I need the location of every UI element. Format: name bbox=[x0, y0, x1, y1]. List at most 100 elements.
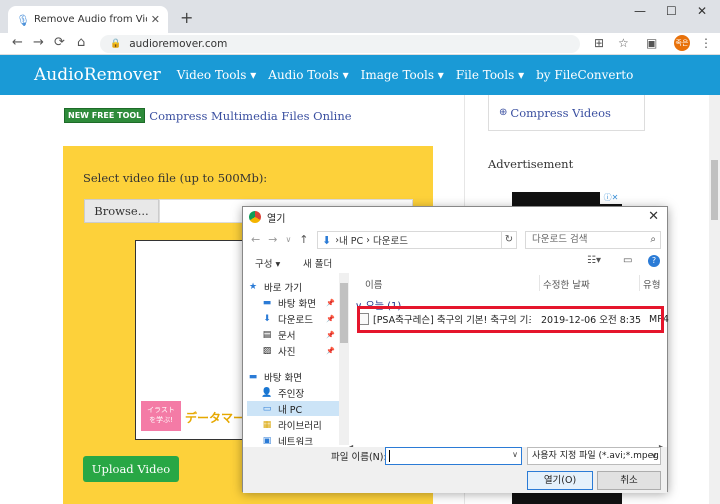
nav-quick-access[interactable]: ★ 바로 가기 bbox=[247, 279, 340, 294]
maximize-icon[interactable]: ☐ bbox=[666, 4, 677, 18]
page-scrollbar[interactable] bbox=[709, 95, 720, 504]
file-open-dialog: 열기 ✕ ← → ∨ ↑ ⬇ › 내 PC › 다운로드 ↻ 다운로드 검색 ⌕… bbox=[242, 206, 669, 493]
select-file-label: Select video file (up to 500Mb): bbox=[83, 171, 268, 185]
url-field[interactable]: 🔒 audioremover.com bbox=[100, 35, 580, 53]
home-icon[interactable]: ⌂ bbox=[77, 35, 85, 50]
nav-user[interactable]: 👤 주인장 bbox=[247, 385, 340, 400]
nav-documents[interactable]: ▤ 문서 📌 bbox=[247, 327, 340, 342]
nav-desktop-pinned[interactable]: ▬ 바탕 화면 📌 bbox=[247, 295, 340, 310]
breadcrumb[interactable]: ⬇ › 내 PC › 다운로드 bbox=[317, 231, 517, 249]
pin-icon: 📌 bbox=[326, 330, 335, 339]
dialog-title: 열기 bbox=[267, 213, 286, 225]
translate-icon[interactable]: ⊞ bbox=[594, 36, 604, 50]
file-list: 이름 수정한 날짜 유형 ∨ 오늘 (1) [PSA축구레슨] 축구의 기본! … bbox=[351, 273, 669, 445]
download-folder-icon: ⬇ bbox=[322, 233, 332, 247]
new-folder-button[interactable]: 새 폴더 bbox=[303, 256, 332, 270]
column-date[interactable]: 수정한 날짜 bbox=[543, 277, 590, 291]
chrome-icon bbox=[249, 211, 261, 223]
bookmark-star-icon[interactable]: ☆ bbox=[618, 36, 629, 50]
site-logo[interactable]: AudioRemover bbox=[34, 65, 161, 85]
picture-icon: ▨ bbox=[262, 345, 272, 356]
desktop-icon: ▬ bbox=[248, 371, 258, 382]
network-icon: ▣ bbox=[262, 435, 272, 446]
reload-icon[interactable]: ⟳ bbox=[54, 35, 65, 50]
library-icon: ▦ bbox=[262, 419, 272, 430]
close-window-icon[interactable]: ✕ bbox=[697, 4, 707, 18]
extension-icon[interactable]: ▣ bbox=[646, 36, 657, 50]
minimize-icon[interactable]: — bbox=[634, 4, 646, 18]
site-header: AudioRemover Video Tools ▾ Audio Tools ▾… bbox=[0, 55, 720, 95]
nav-desktop[interactable]: ▬ 바탕 화면 bbox=[247, 369, 340, 384]
nav-scrollbar-thumb[interactable] bbox=[340, 283, 348, 343]
download-icon: ⬇ bbox=[263, 313, 271, 324]
filename-input[interactable]: ∨ bbox=[385, 447, 522, 465]
recent-dropdown-icon[interactable]: ∨ bbox=[285, 235, 291, 244]
dialog-forward-icon[interactable]: → bbox=[268, 233, 277, 246]
advertisement-label: Advertisement bbox=[488, 157, 574, 171]
dialog-search-input[interactable]: 다운로드 검색 ⌕ bbox=[525, 231, 661, 249]
pin-icon: 📌 bbox=[326, 298, 335, 307]
file-type-select[interactable]: 사용자 지정 파일 (*.avi;*.mpeg ∨ bbox=[527, 447, 661, 465]
help-icon[interactable]: ? bbox=[648, 255, 660, 267]
menu-file-tools[interactable]: File Tools ▾ bbox=[456, 68, 524, 82]
cancel-button[interactable]: 취소 bbox=[597, 471, 661, 490]
nav-network[interactable]: ▣ 네트워크 bbox=[247, 433, 340, 446]
nav-this-pc[interactable]: ▭ 내 PC bbox=[247, 401, 340, 416]
new-tab-icon[interactable]: + bbox=[180, 8, 193, 27]
pin-icon: 📌 bbox=[326, 346, 335, 355]
upload-video-button[interactable]: Upload Video bbox=[83, 456, 179, 482]
menu-dots-icon[interactable]: ⋮ bbox=[700, 36, 712, 50]
dialog-titlebar: 열기 ✕ bbox=[243, 207, 667, 227]
menu-image-tools[interactable]: Image Tools ▾ bbox=[361, 68, 444, 82]
preview-pane-icon[interactable]: ▭ bbox=[623, 255, 632, 266]
browser-tab[interactable]: 🎙 Remove Audio from Video Onli ✕ bbox=[8, 6, 168, 33]
filename-dropdown-icon[interactable]: ∨ bbox=[512, 450, 518, 459]
refresh-icon[interactable]: ↻ bbox=[501, 231, 517, 249]
file-type-dropdown-icon: ∨ bbox=[651, 451, 657, 460]
dialog-close-icon[interactable]: ✕ bbox=[648, 209, 659, 224]
promo-line: NEW FREE TOOL Compress Multimedia Files … bbox=[64, 108, 352, 123]
ad-close-icon[interactable]: ⓘ✕ bbox=[600, 192, 622, 204]
organize-button[interactable]: 구성 ▾ bbox=[255, 256, 280, 270]
nav-scrollbar[interactable] bbox=[339, 273, 349, 445]
breadcrumb-pc[interactable]: 내 PC bbox=[339, 233, 363, 247]
up-folder-icon[interactable]: ↑ bbox=[299, 233, 308, 246]
highlight-box bbox=[357, 306, 664, 333]
dialog-back-icon[interactable]: ← bbox=[251, 233, 260, 246]
url-text: audioremover.com bbox=[129, 38, 228, 50]
nav-libraries[interactable]: ▦ 라이브러리 bbox=[247, 417, 340, 432]
ad-banner[interactable]: イラスト を学ぶ! データマー bbox=[139, 401, 246, 435]
compress-videos-box[interactable]: ⊕ Compress Videos bbox=[488, 95, 645, 131]
nav-pictures[interactable]: ▨ 사진 📌 bbox=[247, 343, 340, 358]
page-scrollbar-thumb[interactable] bbox=[711, 160, 718, 220]
ad-text: データマー bbox=[185, 411, 246, 425]
tab-bar: 🎙 Remove Audio from Video Onli ✕ + — ☐ ✕ bbox=[0, 0, 720, 33]
navigation-pane: ★ 바로 가기 ▬ 바탕 화면 📌 ⬇ 다운로드 📌 ▤ 문서 📌 ▨ 사진 📌 ▬ 바탕 화면 👤… bbox=[247, 273, 341, 445]
back-icon[interactable]: ← bbox=[12, 35, 23, 50]
menu-audio-tools[interactable]: Audio Tools ▾ bbox=[268, 68, 348, 82]
profile-avatar[interactable]: 족은 bbox=[674, 35, 690, 51]
nav-downloads[interactable]: ⬇ 다운로드 📌 bbox=[247, 311, 340, 326]
breadcrumb-downloads[interactable]: 다운로드 bbox=[373, 233, 408, 247]
new-tool-badge: NEW FREE TOOL bbox=[64, 108, 146, 123]
column-type[interactable]: 유형 bbox=[643, 277, 660, 291]
open-button[interactable]: 열기(O) bbox=[527, 471, 593, 490]
menu-fileconverto[interactable]: by FileConverto bbox=[536, 68, 633, 82]
forward-icon[interactable]: → bbox=[33, 35, 44, 50]
text-cursor bbox=[389, 450, 390, 462]
tab-title: Remove Audio from Video Onli bbox=[34, 14, 147, 25]
user-icon: 👤 bbox=[261, 387, 273, 398]
dialog-toolbar: 구성 ▾ 새 폴더 ☷▾ ▭ ? bbox=[243, 253, 667, 271]
menu-video-tools[interactable]: Video Tools ▾ bbox=[177, 68, 256, 82]
microphone-icon: 🎙 bbox=[16, 13, 30, 27]
close-tab-icon[interactable]: ✕ bbox=[151, 13, 160, 26]
address-bar: ← → ⟳ ⌂ 🔒 audioremover.com ⊞ ☆ ▣ ⋮ bbox=[0, 33, 720, 55]
compress-multimedia-link[interactable]: Compress Multimedia Files Online bbox=[149, 109, 351, 123]
compress-videos-link[interactable]: Compress Videos bbox=[510, 106, 611, 120]
browse-button[interactable]: Browse... bbox=[84, 199, 159, 223]
view-options-icon[interactable]: ☷▾ bbox=[587, 255, 601, 266]
pc-icon: ▭ bbox=[262, 403, 272, 414]
filename-label: 파일 이름(N): bbox=[331, 452, 387, 463]
pin-icon: 📌 bbox=[326, 314, 335, 323]
column-name[interactable]: 이름 bbox=[365, 277, 382, 291]
